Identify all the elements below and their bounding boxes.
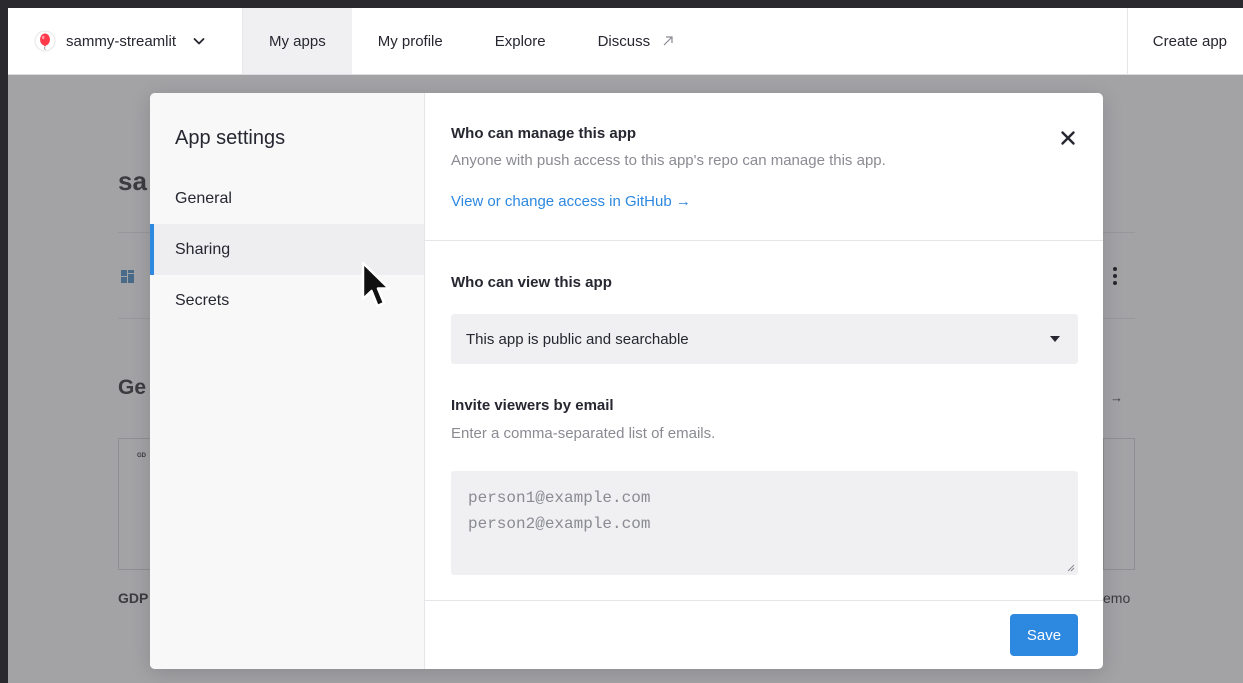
bg-page-title: sa [118, 166, 147, 196]
bg-caption-left: GDP [118, 590, 149, 606]
create-app-button[interactable]: Create app [1126, 8, 1243, 74]
sidebar-item-general[interactable]: General [150, 173, 424, 224]
settings-content: Who can manage this app Anyone with push… [425, 93, 1103, 669]
kebab-icon [1113, 267, 1117, 285]
invite-description: Enter a comma-separated list of emails. [451, 425, 716, 442]
manage-title: Who can manage this app [451, 125, 637, 142]
view-title: Who can view this app [451, 274, 612, 291]
sidebar-item-label: General [175, 189, 232, 207]
nav-explore[interactable]: Explore [469, 8, 572, 74]
balloon-icon [34, 30, 56, 52]
sidebar-item-label: Sharing [175, 240, 231, 258]
app-settings-modal: App settings General Sharing Secrets Who… [150, 93, 1103, 669]
invite-title: Invite viewers by email [451, 397, 614, 414]
nav-my-profile-label: My profile [377, 32, 443, 50]
textarea-placeholder-line-1: person1@example.com [468, 489, 651, 507]
external-link-icon [663, 36, 673, 46]
section-divider [425, 240, 1103, 241]
chevron-down-icon [193, 38, 205, 45]
sidebar-item-label: Secrets [175, 291, 230, 309]
footer-divider [425, 600, 1103, 601]
bg-card-right [1103, 438, 1135, 570]
manage-description: Anyone with push access to this app's re… [451, 152, 886, 169]
workspace-switcher[interactable]: sammy-streamlit [8, 8, 243, 74]
nav-discuss-label: Discuss [597, 32, 651, 50]
invite-email-textarea[interactable]: person1@example.com person2@example.com [451, 471, 1078, 575]
sidebar-item-secrets[interactable]: Secrets [150, 275, 424, 326]
sidebar-item-sharing[interactable]: Sharing [150, 224, 424, 275]
bg-section-title: Ge [118, 376, 147, 399]
github-access-link[interactable]: View or change access in GitHub → [451, 193, 691, 210]
nav-my-profile[interactable]: My profile [352, 8, 469, 74]
caret-down-icon [1050, 336, 1060, 342]
visibility-select-value: This app is public and searchable [466, 330, 689, 348]
nav-explore-label: Explore [494, 32, 546, 50]
resize-handle-icon[interactable] [1067, 564, 1075, 572]
app-frame: sammy-streamlit My apps My profile Explo… [8, 8, 1243, 683]
top-nav: sammy-streamlit My apps My profile Explo… [8, 8, 1243, 75]
settings-title: App settings [175, 127, 286, 149]
textarea-placeholder-line-2: person2@example.com [468, 515, 651, 533]
workspace-name: sammy-streamlit [66, 32, 177, 50]
grid-icon [121, 270, 134, 283]
bg-caption-right: emo [1103, 590, 1131, 606]
create-app-label: Create app [1152, 32, 1227, 50]
nav-discuss[interactable]: Discuss [572, 8, 701, 74]
nav-my-apps-label: My apps [269, 32, 326, 50]
nav-my-apps[interactable]: My apps [243, 8, 352, 74]
bg-arrow: → [1110, 390, 1123, 405]
settings-sidebar: App settings General Sharing Secrets [150, 93, 425, 669]
bg-card-label: GD [137, 453, 146, 459]
close-icon[interactable] [1060, 130, 1076, 146]
visibility-select[interactable]: This app is public and searchable [451, 314, 1078, 364]
save-button[interactable]: Save [1010, 614, 1078, 656]
